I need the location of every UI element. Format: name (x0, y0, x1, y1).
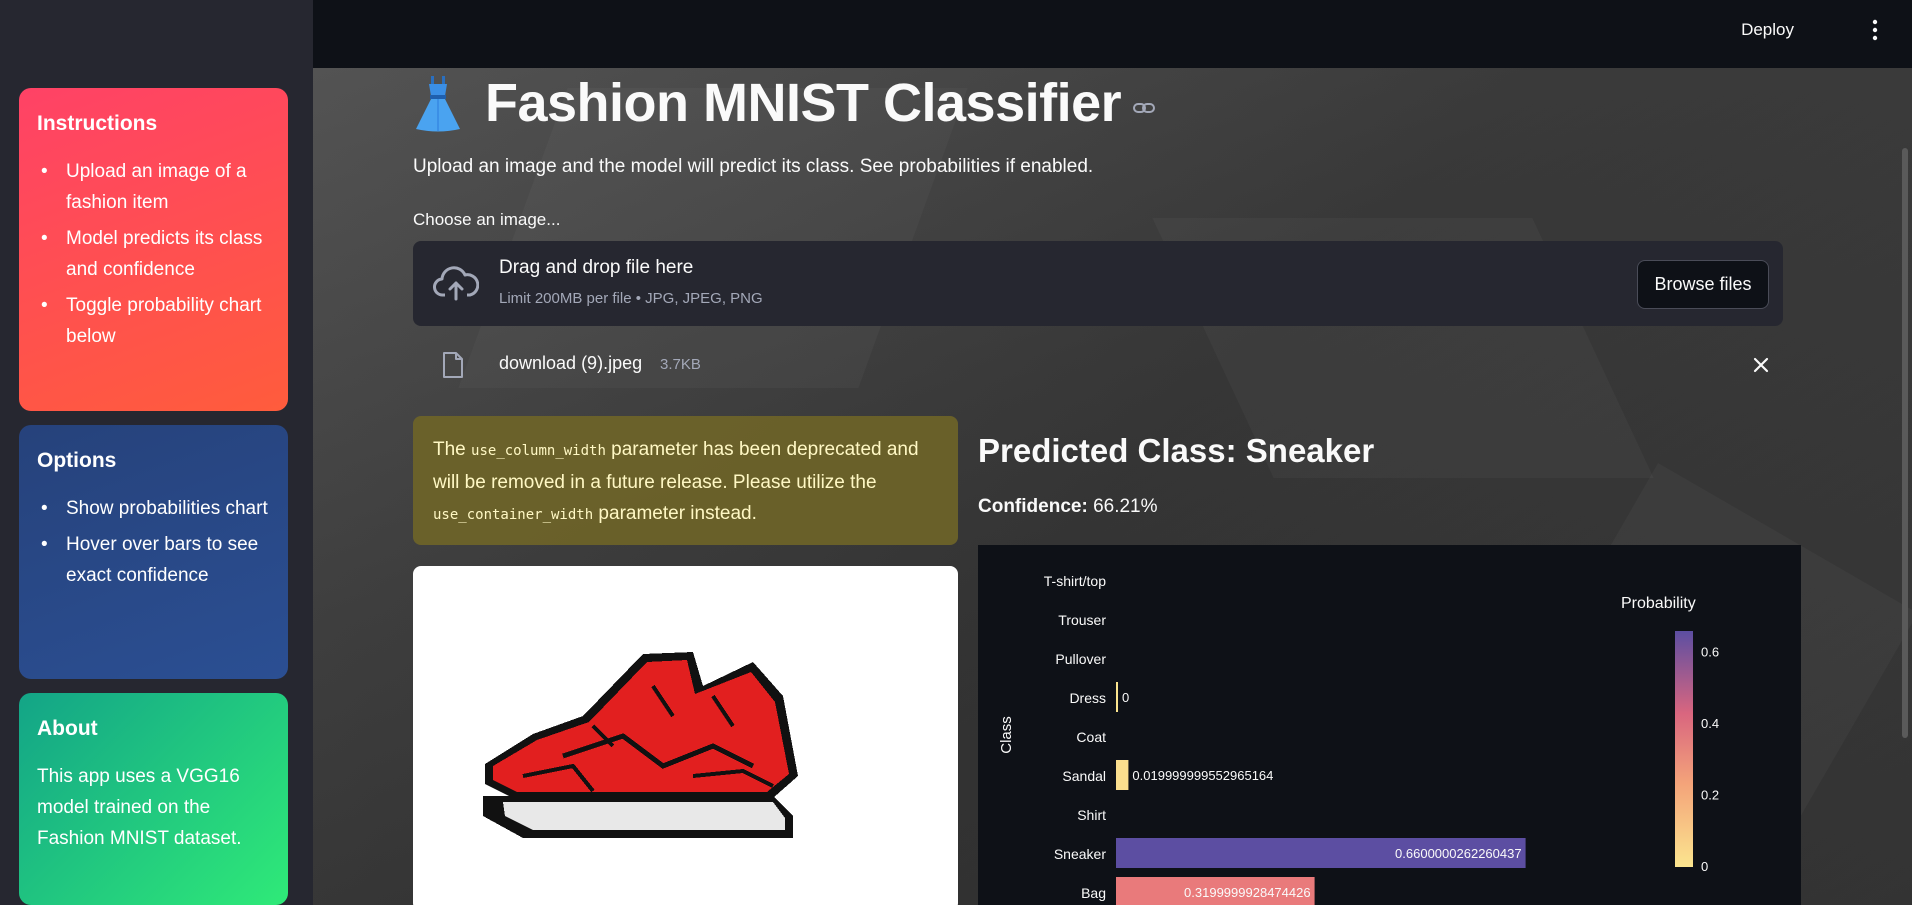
bar-value-label: 0.019999999552965164 (1132, 768, 1273, 783)
colorbar-ticks: 0.6 0.4 0.2 0 (1701, 644, 1719, 874)
options-list: Show probabilities chart Hover over bars… (37, 493, 270, 591)
instructions-item: Toggle probability chart below (37, 290, 270, 352)
colorbar-tick: 0 (1701, 859, 1708, 874)
category-axis: T-shirt/top Trouser Pullover Dress Coat Sanda… (1044, 573, 1107, 901)
confidence-value: 66.21% (1093, 496, 1158, 517)
category-label: Bag (1081, 885, 1106, 901)
category-label: Trouser (1058, 612, 1106, 628)
title-row: Fashion MNIST Classifier (413, 70, 1156, 136)
browse-files-button[interactable]: Browse files (1637, 260, 1769, 309)
category-label: Sneaker (1054, 846, 1106, 862)
instructions-list: Upload an image of a fashion item Model … (37, 156, 270, 352)
colorbar-tick: 0.4 (1701, 716, 1719, 731)
dropzone-text: Drag and drop file here (499, 257, 694, 278)
options-title: Options (37, 449, 117, 472)
file-icon (443, 352, 463, 378)
bars (1116, 682, 1526, 905)
category-label: T-shirt/top (1044, 573, 1106, 589)
file-dropzone[interactable]: Drag and drop file here Limit 200MB per … (413, 241, 1783, 326)
category-label: Sandal (1062, 768, 1106, 784)
warning-text: parameter instead. (593, 503, 757, 524)
close-icon[interactable] (1751, 355, 1771, 375)
main-content: Fashion MNIST Classifier Upload an image… (313, 68, 1912, 905)
instructions-item: Model predicts its class and confidence (37, 223, 270, 285)
file-size: 3.7KB (660, 356, 701, 373)
probability-chart-svg[interactable]: T-shirt/top Trouser Pullover Dress Coat Sanda… (978, 545, 1801, 905)
colorbar-title: Probability (1621, 595, 1696, 612)
sidebar: Instructions Upload an image of a fashio… (0, 0, 313, 905)
scrollbar[interactable] (1902, 148, 1908, 738)
dropzone-limit: Limit 200MB per file • JPG, JPEG, PNG (499, 290, 763, 307)
deploy-button[interactable]: Deploy (1741, 20, 1794, 40)
bar-value-label: 0.6600000262260437 (1395, 846, 1522, 861)
category-label: Coat (1076, 729, 1106, 745)
probability-chart[interactable]: T-shirt/top Trouser Pullover Dress Coat Sanda… (978, 545, 1801, 905)
predicted-class-title: Predicted Class: Sneaker (978, 432, 1375, 469)
cloud-upload-icon (433, 266, 479, 301)
y-axis-label: Class (998, 716, 1015, 754)
deprecation-warning: The use_column_width parameter has been … (413, 416, 958, 545)
sneaker-image (483, 652, 798, 838)
bar[interactable] (1116, 760, 1129, 790)
uploaded-file-row: download (9).jpeg 3.7KB (413, 341, 1783, 391)
page-title: Fashion MNIST Classifier (485, 73, 1122, 133)
confidence-label: Confidence: (978, 496, 1088, 517)
about-text: This app uses a VGG16 model trained on t… (37, 766, 242, 849)
instructions-title: Instructions (37, 112, 158, 135)
warning-text: The (433, 439, 472, 460)
dress-icon (416, 76, 460, 132)
page-subtitle: Upload an image and the model will predi… (413, 156, 1094, 177)
link-icon[interactable] (1133, 97, 1156, 119)
colorbar-tick: 0.2 (1701, 787, 1719, 802)
options-item: Hover over bars to see exact confidence (37, 529, 270, 591)
warning-code: use_container_width (433, 507, 594, 523)
category-label: Shirt (1077, 807, 1106, 823)
options-item: Show probabilities chart (37, 493, 270, 524)
instructions-card: Instructions Upload an image of a fashio… (19, 88, 288, 411)
instructions-item: Upload an image of a fashion item (37, 156, 270, 218)
category-label: Pullover (1055, 651, 1106, 667)
uploaded-image (413, 566, 958, 905)
bar[interactable] (1116, 682, 1118, 712)
colorbar-tick: 0.6 (1701, 644, 1719, 659)
about-title: About (37, 717, 98, 740)
bar-value-label: 0.3199999928474426 (1184, 885, 1311, 900)
bar-value-label: 0 (1122, 690, 1129, 705)
about-card: About This app uses a VGG16 model traine… (19, 693, 288, 905)
confidence-line: Confidence: 66.21% (978, 496, 1158, 518)
warning-code: use_column_width (471, 443, 606, 459)
file-name: download (9).jpeg (499, 353, 643, 373)
top-header: Deploy (313, 0, 1912, 68)
value-labels: 0 0.019999999552965164 0.6600000262260437 0… (1122, 690, 1522, 900)
colorbar (1675, 631, 1693, 867)
category-label: Dress (1069, 690, 1106, 706)
kebab-menu-icon[interactable] (1870, 18, 1880, 42)
uploader-label: Choose an image... (413, 210, 561, 229)
options-card: Options Show probabilities chart Hover o… (19, 425, 288, 679)
